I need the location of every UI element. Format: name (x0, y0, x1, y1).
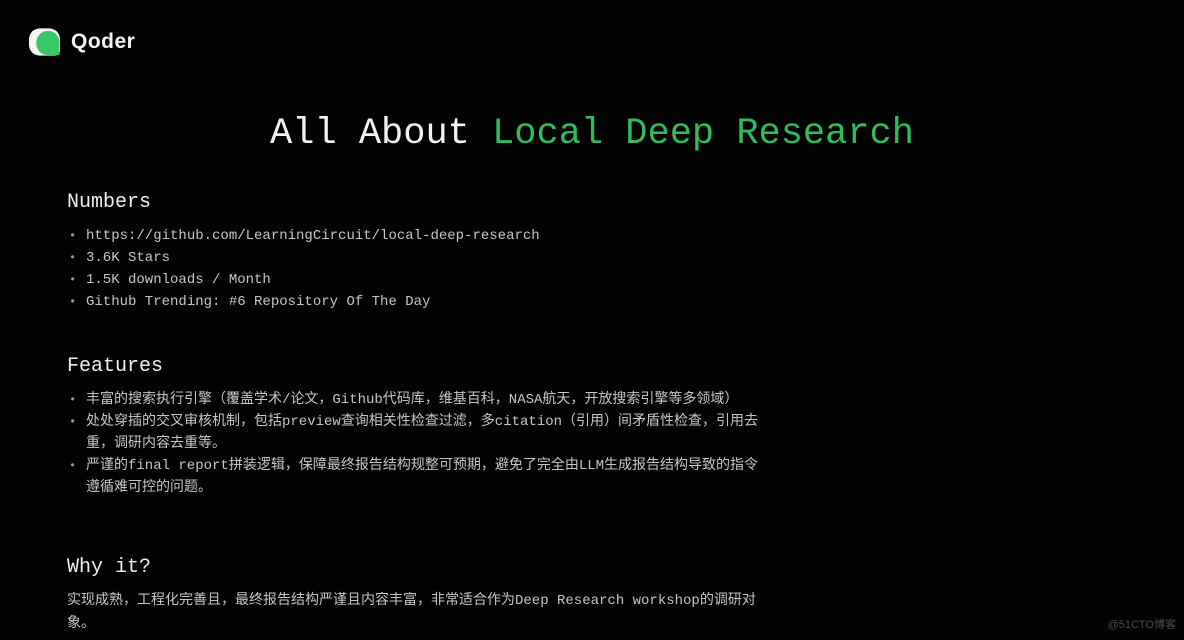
section-numbers: Numbers https://github.com/LearningCircu… (67, 190, 767, 313)
features-item-cross-review: 处处穿插的交叉审核机制，包括preview查询相关性检查过滤，多citation… (67, 411, 767, 455)
features-heading: Features (67, 354, 767, 380)
slide: Qoder All About Local Deep Research Numb… (0, 0, 1184, 640)
features-item-search-engines: 丰富的搜索执行引擎（覆盖学术/论文，Github代码库，维基百科，NASA航天，… (67, 389, 767, 411)
watermark: @51CTO博客 (1108, 616, 1176, 632)
title-highlight-part: Local Deep Research (492, 113, 914, 155)
numbers-item-downloads: 1.5K downloads / Month (67, 269, 767, 291)
section-why: Why it? 实现成熟，工程化完善且，最终报告结构严谨且内容丰富，非常适合作为… (67, 555, 767, 636)
why-heading: Why it? (67, 555, 767, 581)
numbers-list: https://github.com/LearningCircuit/local… (67, 225, 767, 313)
numbers-item-trending: Github Trending: #6 Repository Of The Da… (67, 291, 767, 313)
logo-wordmark: Qoder (71, 30, 135, 54)
qoder-logo: Qoder (28, 27, 135, 57)
features-list: 丰富的搜索执行引擎（覆盖学术/论文，Github代码库，维基百科，NASA航天，… (67, 389, 767, 499)
numbers-heading: Numbers (67, 190, 767, 216)
section-features: Features 丰富的搜索执行引擎（覆盖学术/论文，Github代码库，维基百… (67, 354, 767, 499)
qoder-logo-icon (28, 27, 61, 57)
features-item-final-report: 严谨的final report拼装逻辑，保障最终报告结构规整可预期，避免了完全由… (67, 455, 767, 499)
why-body-text: 实现成熟，工程化完善且，最终报告结构严谨且内容丰富，非常适合作为Deep Res… (67, 590, 767, 636)
numbers-item-stars: 3.6K Stars (67, 247, 767, 269)
page-title: All About Local Deep Research (0, 113, 1184, 155)
slide-content: Numbers https://github.com/LearningCircu… (67, 190, 767, 636)
numbers-item-repo-url: https://github.com/LearningCircuit/local… (67, 225, 767, 247)
title-plain-part: All About (270, 113, 492, 155)
